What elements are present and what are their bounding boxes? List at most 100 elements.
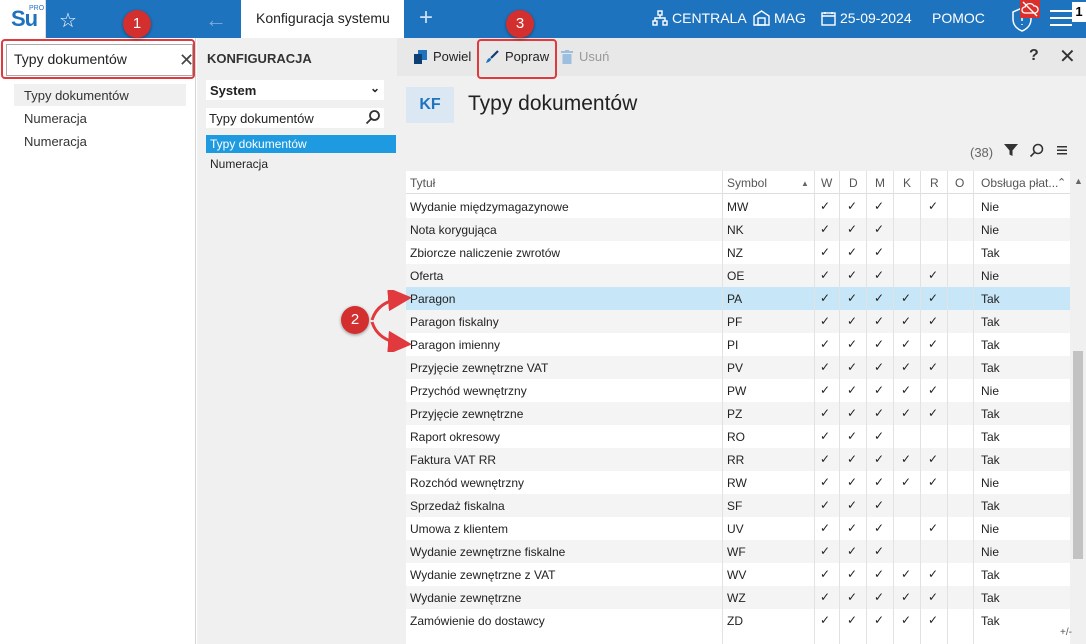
cell-obsluga-platnosci: Nie bbox=[981, 545, 1000, 559]
cell-title: Paragon fiskalny bbox=[410, 315, 499, 329]
table-row[interactable]: Przychód wewnętrzny PW ✓ ✓ ✓ ✓ ✓ Nie bbox=[406, 379, 1070, 402]
centrala-button[interactable]: CENTRALA bbox=[652, 10, 747, 26]
search-icon[interactable] bbox=[1029, 143, 1044, 158]
cell-d: ✓ bbox=[846, 429, 858, 443]
table-row[interactable]: Nota korygująca NK ✓ ✓ ✓ Nie bbox=[406, 218, 1070, 241]
table-row[interactable]: Rozchód wewnętrzny RW ✓ ✓ ✓ ✓ ✓ Nie bbox=[406, 471, 1070, 494]
table-row[interactable]: Umowa z klientem UV ✓ ✓ ✓ ✓ Nie bbox=[406, 517, 1070, 540]
search-icon[interactable] bbox=[365, 109, 381, 125]
column-header-m[interactable]: M bbox=[875, 176, 885, 190]
copy-icon bbox=[414, 50, 427, 64]
table-header: Tytuł Symbol ▲ W D M K R O Obsługa płat.… bbox=[406, 171, 1070, 194]
cell-obsluga-platnosci: Tak bbox=[981, 453, 1000, 467]
cell-k: ✓ bbox=[900, 567, 912, 581]
cell-w: ✓ bbox=[819, 613, 831, 627]
vertical-scrollbar[interactable]: ▲ bbox=[1072, 176, 1084, 644]
search-result-item[interactable]: Numeracja bbox=[14, 130, 186, 152]
cell-title: Przychód wewnętrzny bbox=[410, 384, 527, 398]
close-icon[interactable]: ✕ bbox=[1059, 44, 1076, 69]
help-icon[interactable]: ? bbox=[1029, 47, 1039, 65]
cell-w: ✓ bbox=[819, 429, 831, 443]
cell-title: Wydanie zewnętrzne z VAT bbox=[410, 568, 556, 582]
cloud-offline-icon[interactable] bbox=[1020, 0, 1040, 18]
config-nav-panel: KONFIGURACJA System ⌄ Typy dokumentów Ty… bbox=[197, 38, 397, 644]
org-structure-icon bbox=[652, 10, 668, 26]
expand-collapse-toggle[interactable]: +/- bbox=[1060, 627, 1072, 638]
table-row[interactable]: Wydanie zewnętrzne WZ ✓ ✓ ✓ ✓ ✓ Tak bbox=[406, 586, 1070, 609]
cell-d: ✓ bbox=[846, 521, 858, 535]
table-row[interactable]: Wydanie zewnętrzne fiskalne WF ✓ ✓ ✓ Nie bbox=[406, 540, 1070, 563]
cell-title: Umowa z klientem bbox=[410, 522, 509, 536]
cell-m: ✓ bbox=[873, 291, 885, 305]
favorites-star-icon[interactable]: ☆ bbox=[59, 8, 77, 33]
column-header-o[interactable]: O bbox=[955, 176, 964, 190]
tab-konfiguracja-systemu[interactable]: Konfiguracja systemu bbox=[241, 0, 404, 38]
cell-title: Oferta bbox=[410, 269, 444, 283]
column-header-tytul[interactable]: Tytuł bbox=[410, 176, 435, 190]
header-scroll-up-icon[interactable]: ⌃ bbox=[1057, 176, 1066, 189]
table-row[interactable]: Paragon imienny PI ✓ ✓ ✓ ✓ ✓ Tak bbox=[406, 333, 1070, 356]
module-select[interactable]: System ⌄ bbox=[206, 80, 384, 100]
cell-d: ✓ bbox=[846, 590, 858, 604]
nav-item-numeracja[interactable]: Numeracja bbox=[206, 155, 396, 173]
app-logo[interactable]: Su PRO bbox=[0, 0, 46, 38]
date-button[interactable]: 25-09-2024 bbox=[821, 10, 912, 26]
cell-obsluga-platnosci: Nie bbox=[981, 384, 1000, 398]
table-row[interactable]: Przyjęcie zewnętrzne PZ ✓ ✓ ✓ ✓ ✓ Tak bbox=[406, 402, 1070, 425]
copy-button[interactable]: Powiel bbox=[414, 49, 471, 64]
column-header-k[interactable]: K bbox=[903, 176, 911, 190]
table-row[interactable]: Paragon PA ✓ ✓ ✓ ✓ ✓ Tak bbox=[406, 287, 1070, 310]
cell-obsluga-platnosci: Tak bbox=[981, 430, 1000, 444]
cell-k: ✓ bbox=[900, 590, 912, 604]
delete-button[interactable]: Usuń bbox=[561, 49, 609, 64]
cell-title: Zamówienie do dostawcy bbox=[410, 614, 545, 628]
cell-r: ✓ bbox=[927, 268, 939, 282]
table-row[interactable]: Oferta OE ✓ ✓ ✓ ✓ Nie bbox=[406, 264, 1070, 287]
scrollbar-thumb[interactable] bbox=[1073, 351, 1083, 559]
table-row[interactable]: Faktura VAT RR RR ✓ ✓ ✓ ✓ ✓ Tak bbox=[406, 448, 1070, 471]
scroll-up-icon[interactable]: ▲ bbox=[1074, 176, 1083, 186]
search-result-item[interactable]: Typy dokumentów bbox=[14, 84, 186, 106]
cell-w: ✓ bbox=[819, 245, 831, 259]
hamburger-menu-icon[interactable] bbox=[1050, 10, 1072, 31]
column-header-obsluga-platnosci[interactable]: Obsługa płat... bbox=[981, 176, 1058, 190]
table-row[interactable]: Raport okresowy RO ✓ ✓ ✓ Tak bbox=[406, 425, 1070, 448]
nav-item-typy-dokumentow[interactable]: Typy dokumentów bbox=[206, 135, 396, 153]
filter-icon[interactable] bbox=[1004, 143, 1018, 157]
config-search-input[interactable]: Typy dokumentów bbox=[206, 108, 384, 128]
table-row[interactable]: Zbiorcze naliczenie zwrotów NZ ✓ ✓ ✓ Tak bbox=[406, 241, 1070, 264]
table-row[interactable]: Zamówienie do dostawcy ZD ✓ ✓ ✓ ✓ ✓ Tak bbox=[406, 609, 1070, 632]
magazyn-button[interactable]: MAG bbox=[753, 10, 806, 26]
back-arrow-icon[interactable]: ← bbox=[205, 7, 227, 33]
column-header-symbol[interactable]: Symbol bbox=[727, 176, 767, 190]
column-header-w[interactable]: W bbox=[821, 176, 832, 190]
new-tab-plus-icon[interactable]: + bbox=[419, 4, 433, 32]
column-header-r[interactable]: R bbox=[930, 176, 939, 190]
cell-obsluga-platnosci: Tak bbox=[981, 246, 1000, 260]
table-row[interactable]: Paragon fiskalny PF ✓ ✓ ✓ ✓ ✓ Tak bbox=[406, 310, 1070, 333]
date-label: 25-09-2024 bbox=[840, 10, 912, 26]
cell-d: ✓ bbox=[846, 360, 858, 374]
search-result-item[interactable]: Numeracja bbox=[14, 107, 186, 129]
cell-obsluga-platnosci: Tak bbox=[981, 591, 1000, 605]
cell-w: ✓ bbox=[819, 383, 831, 397]
table-row[interactable]: Przyjęcie zewnętrzne VAT PV ✓ ✓ ✓ ✓ ✓ Tak bbox=[406, 356, 1070, 379]
cell-m: ✓ bbox=[873, 406, 885, 420]
cell-symbol: RR bbox=[727, 453, 745, 467]
cell-title: Przyjęcie zewnętrzne VAT bbox=[410, 361, 549, 375]
cell-symbol: RW bbox=[727, 476, 747, 490]
annotation-arrows bbox=[370, 290, 412, 352]
left-search-panel: Typy dokumentów ✕ Typy dokumentów Numera… bbox=[0, 38, 196, 644]
cell-d: ✓ bbox=[846, 314, 858, 328]
help-link[interactable]: POMOC bbox=[932, 10, 985, 26]
columns-menu-icon[interactable] bbox=[1056, 143, 1068, 157]
table-row[interactable]: Sprzedaż fiskalna SF ✓ ✓ ✓ Tak bbox=[406, 494, 1070, 517]
cell-symbol: PA bbox=[727, 292, 743, 306]
cell-symbol: RO bbox=[727, 430, 745, 444]
cell-title: Zbiorcze naliczenie zwrotów bbox=[410, 246, 561, 260]
table-row[interactable]: Wydanie międzymagazynowe MW ✓ ✓ ✓ ✓ Nie bbox=[406, 195, 1070, 218]
table-row[interactable]: Wydanie zewnętrzne z VAT WV ✓ ✓ ✓ ✓ ✓ Tak bbox=[406, 563, 1070, 586]
cell-obsluga-platnosci: Tak bbox=[981, 499, 1000, 513]
cell-r: ✓ bbox=[927, 567, 939, 581]
column-header-d[interactable]: D bbox=[849, 176, 858, 190]
